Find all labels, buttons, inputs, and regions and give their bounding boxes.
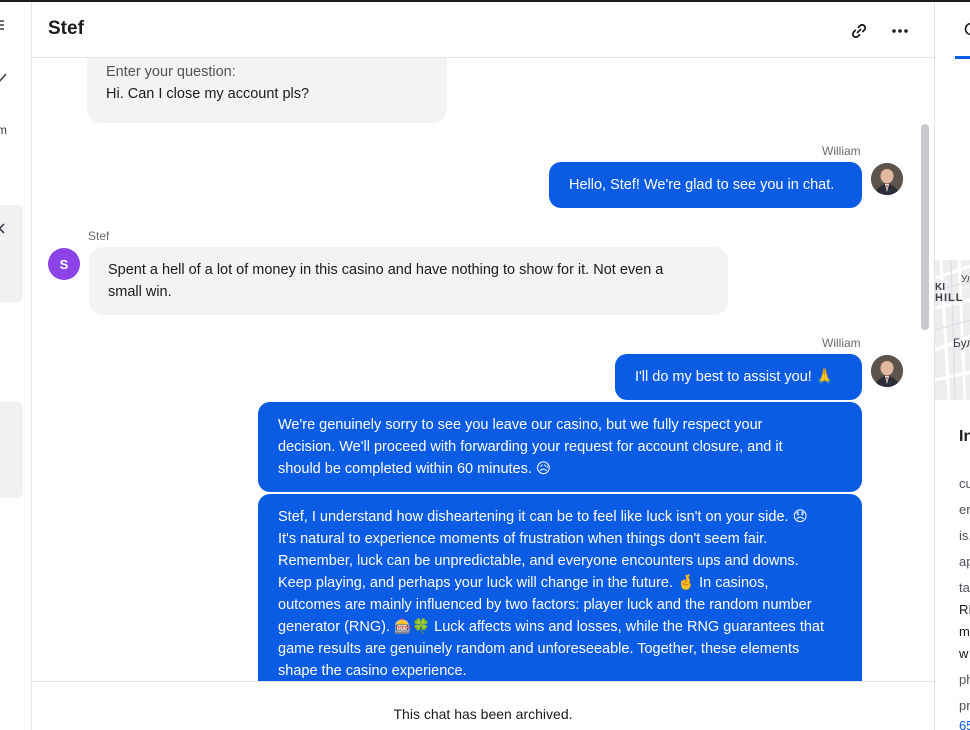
message-text-line: should be completed within 60 minutes. 😥 [278,461,552,477]
sidebar-partial-text: m [0,123,7,137]
message-text-line: Keep playing, and perhaps your luck will… [278,575,769,591]
message-text-line: Remember, luck can be unpredictable, and… [278,553,799,569]
chat-transcript[interactable]: Enter your question: Hi. Can I close my … [32,58,934,681]
details-panel: Ул KI HILL Бул In cu er is, ap ta RI m w… [934,2,970,730]
sidebar-card[interactable] [0,402,23,498]
message-bubble: Enter your question: Hi. Can I close my … [87,58,447,123]
location-map[interactable]: Ул KI HILL Бул [935,260,970,400]
agent-avatar [871,163,903,195]
chat-footer: This chat has been archived. [32,681,934,730]
sidebar-card[interactable] [0,205,23,302]
more-horizontal-icon[interactable] [889,20,911,42]
chat-title: Stef [48,18,84,39]
message-bubble: I'll do my best to assist you! 🙏 [615,354,862,400]
message-bubble: Stef, I understand how disheartening it … [258,494,862,681]
message-text-line: Stef, I understand how disheartening it … [278,509,808,525]
info-fragment: ap [959,554,970,569]
info-link[interactable]: 65 [959,718,970,730]
message-text-line: decision. We'll proceed with forwarding … [278,439,783,455]
map-label: HILL [935,292,964,304]
agent-avatar [871,355,903,387]
question-label: Enter your question: [106,64,236,80]
message-author: Stef [88,229,110,243]
chat-header: Stef [32,2,934,58]
pencil-icon[interactable] [0,72,8,89]
message-text-line: outcomes are mainly influenced by two fa… [278,597,812,613]
info-fragment: ta [959,580,970,595]
archived-notice: This chat has been archived. [393,706,573,722]
close-icon[interactable] [0,222,5,238]
active-tab-indicator [955,56,970,59]
info-fragment: pr [959,698,970,713]
menu-icon[interactable] [0,18,6,35]
message-bubble: Spent a hell of a lot of money in this c… [89,247,728,315]
info-fragment: is, [959,528,970,543]
message-text: Hello, Stef! We're glad to see you in ch… [569,177,835,193]
message-text: Hi. Can I close my account pls? [106,86,310,102]
info-fragment: ph [959,672,970,687]
user-avatar: S [48,248,80,280]
message-text-line: shape the casino experience. [278,663,467,679]
info-fragment: RI [959,602,970,617]
chat-scrollbar[interactable] [921,124,929,330]
message-text-line: generator (RNG). 🎰🍀 Luck affects wins an… [278,619,825,635]
info-fragment: m [959,624,970,639]
message-text-line: game results are genuinely random and un… [278,641,800,657]
info-fragment: er [959,502,970,517]
map-label: Ул [961,274,970,285]
info-fragment: w [959,646,969,661]
section-heading: In [959,428,970,445]
message-text-line: small win. [108,284,172,300]
link-icon[interactable] [848,20,870,42]
message-text-line: Spent a hell of a lot of money in this c… [108,262,664,278]
message-bubble: Hello, Stef! We're glad to see you in ch… [549,162,862,208]
left-sidebar-strip: m [0,2,32,730]
message-text-line: It's natural to experience moments of fr… [278,531,768,547]
message-bubble: We're genuinely sorry to see you leave o… [258,402,862,492]
info-fragment: cu [959,476,970,491]
message-text: I'll do my best to assist you! 🙏 [635,369,834,385]
map-label: Бул [953,336,970,350]
message-text-line: We're genuinely sorry to see you leave o… [278,417,763,433]
search-icon[interactable] [963,22,970,43]
message-author: William [822,336,861,350]
message-author: William [822,144,861,158]
